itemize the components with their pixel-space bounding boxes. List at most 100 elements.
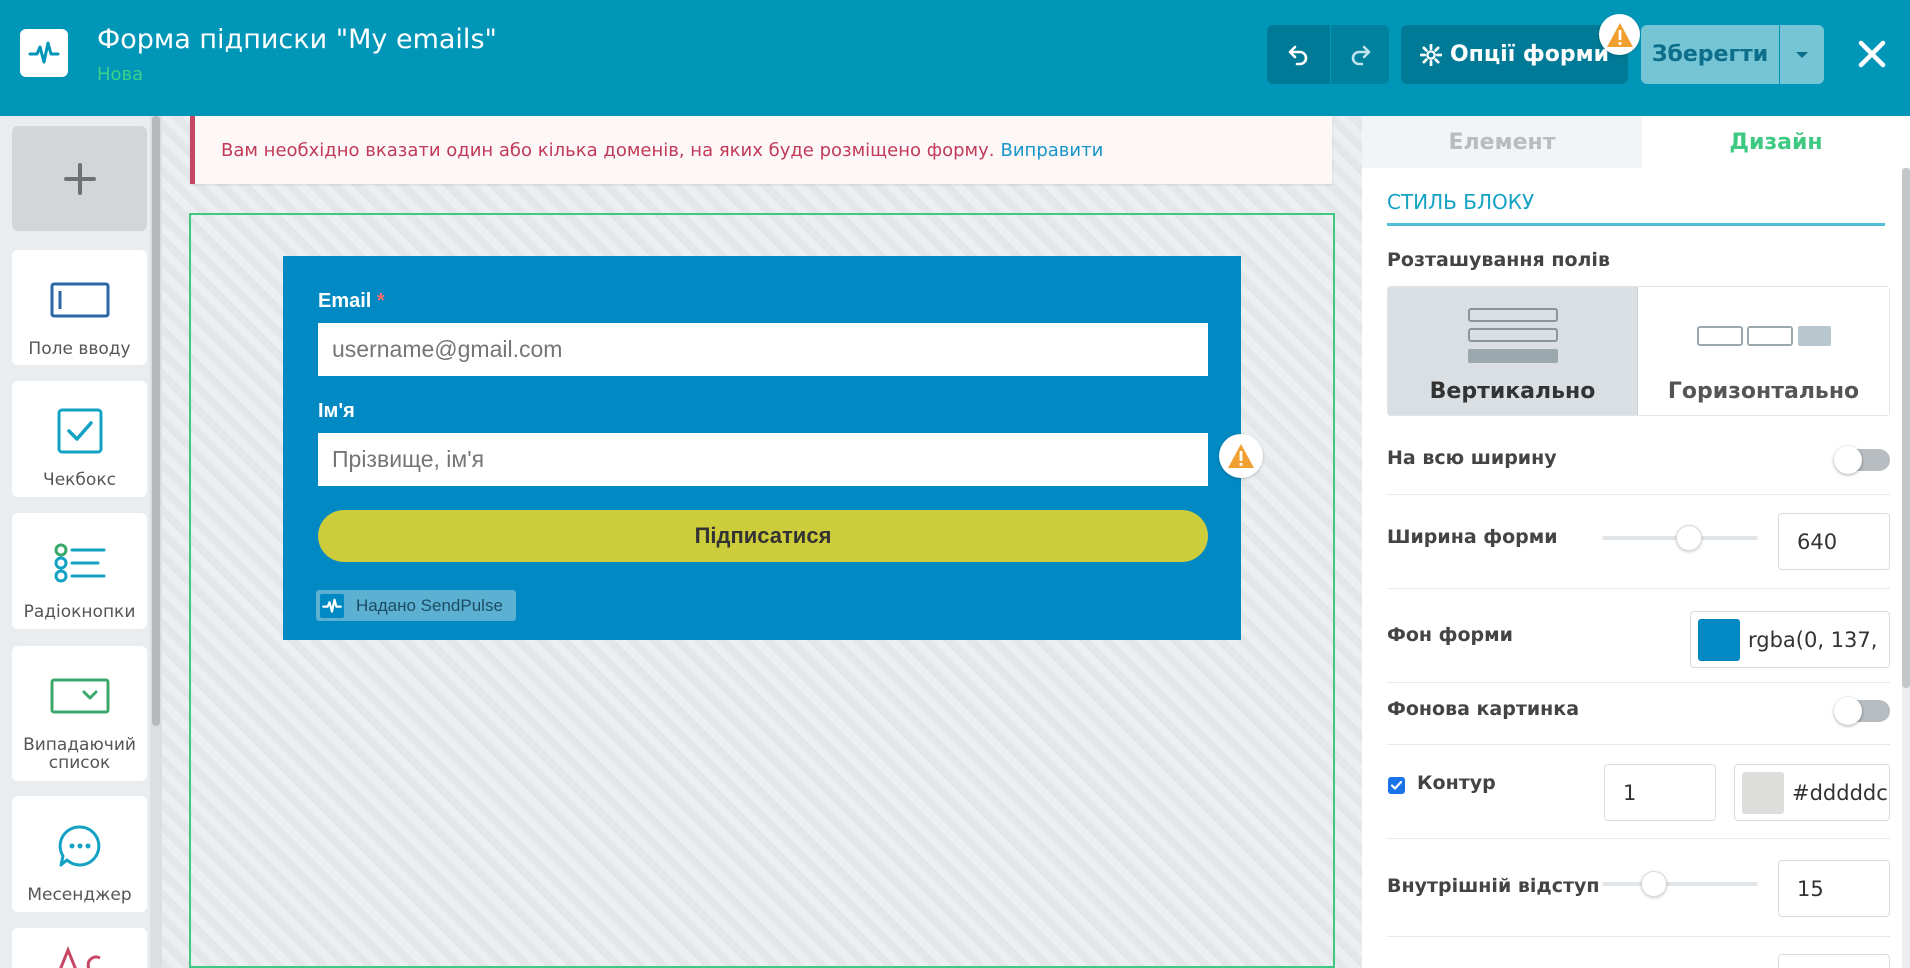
warning-icon xyxy=(1228,444,1254,468)
form-width-input[interactable]: 640 xyxy=(1778,513,1890,570)
design-panel: Елемент Дизайн СТИЛЬ БЛОКУ Розташування … xyxy=(1362,116,1910,968)
sendpulse-logo-icon[interactable] xyxy=(20,29,68,77)
alert-fix-link[interactable]: Виправити xyxy=(1001,140,1104,161)
caret-down-icon xyxy=(1796,51,1808,58)
plus-icon xyxy=(63,162,96,195)
tool-text[interactable] xyxy=(12,928,147,968)
tool-label: Чекбокс xyxy=(43,470,116,490)
border-color-picker[interactable]: #dddddc xyxy=(1734,764,1890,821)
sendpulse-logo-icon xyxy=(320,593,344,618)
padding-input[interactable]: 15 xyxy=(1778,860,1890,917)
layout-vertical-label: Вертикально xyxy=(1429,379,1596,404)
divider xyxy=(1387,936,1890,937)
checkmark-icon xyxy=(1390,780,1403,790)
panel-scrollbar[interactable] xyxy=(1902,168,1910,968)
form-bg-label: Фон форми xyxy=(1387,624,1513,646)
padding-label: Внутрішній відступ xyxy=(1387,875,1600,897)
undo-button[interactable] xyxy=(1267,25,1330,84)
next-setting-input[interactable] xyxy=(1778,954,1890,968)
redo-button[interactable] xyxy=(1331,25,1389,84)
tool-label: Поле вводу xyxy=(28,339,131,359)
form-width-label: Ширина форми xyxy=(1387,526,1558,548)
full-width-toggle[interactable] xyxy=(1834,446,1890,474)
horizontal-layout-icon xyxy=(1696,305,1832,367)
text-tool-icon xyxy=(50,942,110,968)
tool-dropdown[interactable]: Випадаючий список xyxy=(12,646,147,781)
full-width-label: На всю ширину xyxy=(1387,447,1557,469)
alert-message: Вам необхідно вказати один або кілька до… xyxy=(221,139,995,161)
input-field-icon xyxy=(50,274,110,326)
tool-label: Випадаючий список xyxy=(23,735,136,773)
form-bg-value: rgba(0, 137, xyxy=(1748,627,1878,652)
border-color-value: #dddddc xyxy=(1792,780,1888,805)
dropdown-icon xyxy=(50,670,110,722)
name-input[interactable] xyxy=(318,433,1208,486)
form-options-label: Опції форми xyxy=(1449,42,1610,67)
subscribe-button[interactable]: Підписатися xyxy=(318,510,1208,562)
section-underline xyxy=(1387,223,1885,226)
save-dropdown-button[interactable] xyxy=(1780,25,1824,84)
tool-label: Месенджер xyxy=(27,885,132,905)
border-width-input[interactable]: 1 xyxy=(1604,764,1716,821)
scrollbar-thumb[interactable] xyxy=(152,116,160,726)
domain-alert: Вам необхідно вказати один або кілька до… xyxy=(190,116,1332,184)
border-label: Контур xyxy=(1417,772,1496,794)
slider-knob[interactable] xyxy=(1641,871,1667,897)
sidebar-scrollbar[interactable] xyxy=(150,116,162,968)
slider-knob[interactable] xyxy=(1676,525,1703,551)
close-button[interactable] xyxy=(1852,28,1892,80)
form-bg-swatch xyxy=(1698,618,1740,661)
toggle-knob xyxy=(1834,697,1862,725)
save-button[interactable]: Зберегти xyxy=(1641,25,1779,84)
email-label: Email * xyxy=(318,290,385,312)
form-width-slider[interactable] xyxy=(1602,525,1758,551)
layout-vertical-option[interactable]: Вертикально xyxy=(1388,287,1638,415)
bg-image-toggle[interactable] xyxy=(1834,697,1890,725)
tool-input-field[interactable]: Поле вводу xyxy=(12,250,147,365)
field-warning-badge[interactable] xyxy=(1219,434,1263,478)
layout-horizontal-option[interactable]: Горизонтально xyxy=(1638,287,1889,415)
radio-list-icon xyxy=(54,537,106,589)
powered-by-badge[interactable]: Надано SendPulse xyxy=(316,590,516,621)
divider xyxy=(1387,744,1890,745)
redo-icon xyxy=(1351,45,1371,65)
divider xyxy=(1387,588,1890,589)
top-header: Форма підписки "My emails" Нова Опції фо… xyxy=(0,0,1910,116)
divider xyxy=(1387,838,1890,839)
messenger-icon xyxy=(57,820,103,872)
divider xyxy=(1387,494,1890,495)
fields-layout-selector: Вертикально Горизонтально xyxy=(1387,286,1890,416)
tool-messenger[interactable]: Месенджер xyxy=(12,796,147,912)
gear-icon xyxy=(1419,43,1442,66)
tool-label: Радіокнопки xyxy=(23,602,136,622)
powered-by-text: Надано SendPulse xyxy=(356,595,503,615)
warning-badge[interactable] xyxy=(1599,14,1640,55)
subscription-form[interactable]: Email * Ім'я Підписатися Надано SendPuls… xyxy=(283,256,1241,640)
fields-layout-label: Розташування полів xyxy=(1387,249,1610,271)
name-label: Ім'я xyxy=(318,400,355,422)
padding-slider[interactable] xyxy=(1602,871,1758,897)
border-checkbox[interactable] xyxy=(1388,777,1405,794)
border-color-swatch xyxy=(1742,771,1784,814)
form-bg-color-picker[interactable]: rgba(0, 137, xyxy=(1690,611,1890,668)
page-title: Форма підписки "My emails" xyxy=(97,24,497,55)
email-input[interactable] xyxy=(318,323,1208,376)
scrollbar-thumb[interactable] xyxy=(1902,168,1910,688)
layout-horizontal-label: Горизонтально xyxy=(1667,379,1860,404)
add-element-button[interactable] xyxy=(12,126,147,231)
toggle-knob xyxy=(1834,446,1862,474)
section-title: СТИЛЬ БЛОКУ xyxy=(1387,190,1535,214)
warning-icon xyxy=(1606,22,1633,47)
bg-image-label: Фонова картинка xyxy=(1387,698,1580,720)
required-mark: * xyxy=(376,290,385,312)
undo-icon xyxy=(1288,45,1307,65)
tool-checkbox[interactable]: Чекбокс xyxy=(12,381,147,497)
tab-element[interactable]: Елемент xyxy=(1362,116,1642,168)
form-status: Нова xyxy=(97,64,144,85)
tab-design[interactable]: Дизайн xyxy=(1642,116,1910,168)
checkbox-icon xyxy=(57,405,103,457)
form-options-button[interactable]: Опції форми xyxy=(1401,25,1628,84)
tool-radio-buttons[interactable]: Радіокнопки xyxy=(12,513,147,629)
divider xyxy=(1387,682,1890,683)
panel-tabs: Елемент Дизайн xyxy=(1362,116,1910,168)
